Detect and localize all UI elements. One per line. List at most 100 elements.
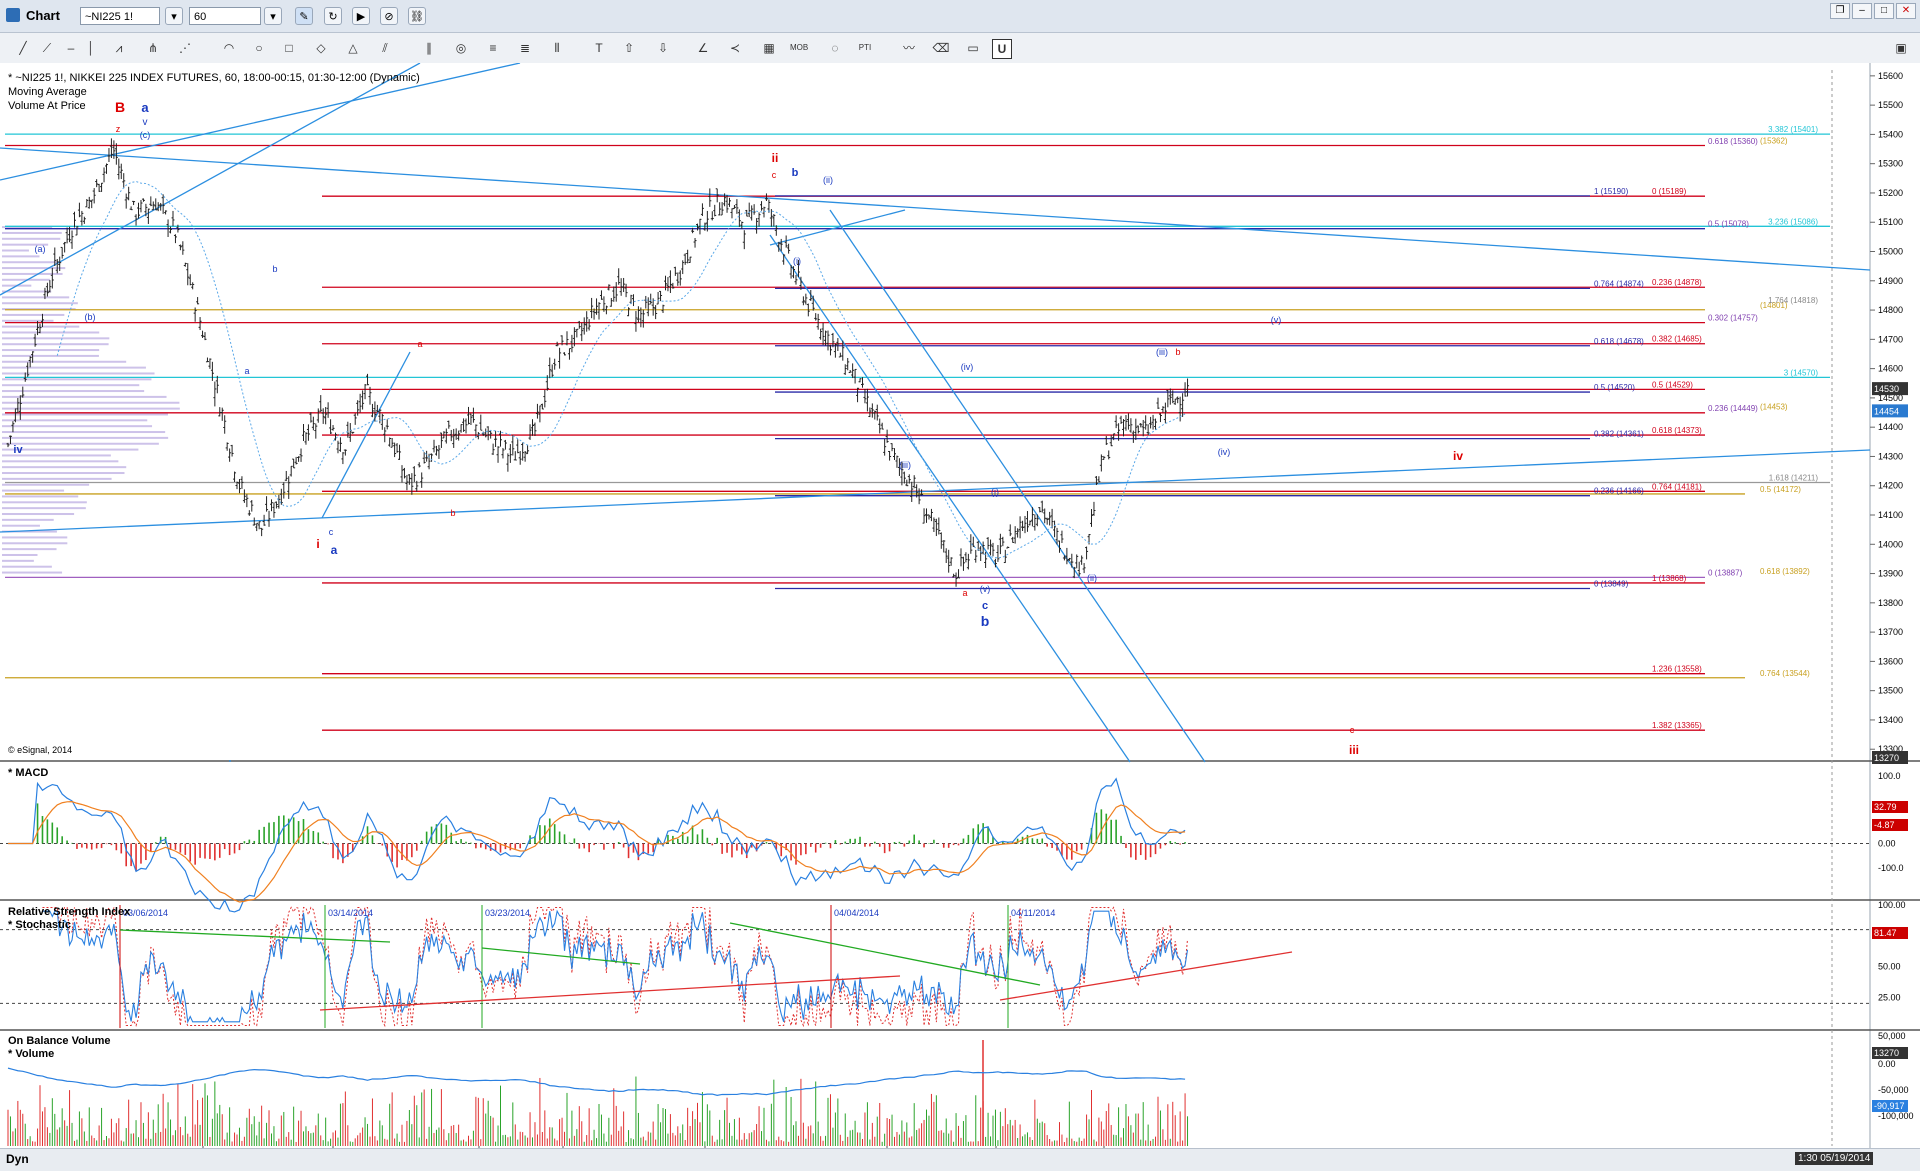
fib-level-label: 0.764 (13544) — [1760, 669, 1810, 678]
grid-tool-icon[interactable]: ▦ — [760, 39, 778, 57]
draw-pencil-icon[interactable]: ✎ — [295, 7, 313, 25]
diamond-tool-icon[interactable]: ◇ — [312, 39, 330, 57]
triangle-tool-icon[interactable]: △ — [344, 39, 362, 57]
vap-bar — [2, 313, 65, 316]
fib-level-label: 0 (13849) — [1594, 579, 1629, 588]
fib-level-label: (14453) — [1760, 403, 1788, 412]
price-tick-label: 13400 — [1878, 715, 1903, 725]
cycle-tool-icon[interactable]: ◌ — [826, 39, 844, 57]
arrow-up-tool-icon[interactable]: ⇧ — [620, 39, 638, 57]
hline-tool-icon[interactable]: ‒ — [62, 39, 80, 57]
price-tick-label: 15300 — [1878, 159, 1903, 169]
eraser-tool-icon[interactable]: ⌫ — [932, 39, 950, 57]
fib-level-label: 0.764 (14874) — [1594, 279, 1644, 288]
vap-bar — [2, 366, 146, 369]
vap-bar — [2, 337, 110, 340]
vap-bar — [2, 460, 119, 463]
chart-canvas[interactable]: 0 (15189) 0.236 (14878) 0.382 (14685) 0.5 (… — [0, 63, 1920, 1170]
vap-bar — [2, 565, 52, 568]
comment-tool-icon[interactable]: ▭ — [964, 39, 982, 57]
channel-tool-icon[interactable]: ⫽ — [376, 39, 394, 57]
vap-bar — [2, 390, 145, 393]
wave-label: a — [417, 339, 422, 349]
wave-label: (b) — [85, 312, 96, 322]
play-icon[interactable]: ▶ — [352, 7, 370, 25]
fib-level-label: 0 (15189) — [1652, 187, 1687, 196]
dyn-mode-button[interactable]: Dyn — [6, 1152, 29, 1166]
wave-label: iii — [1349, 743, 1359, 757]
minimize-button[interactable]: – — [1852, 3, 1872, 19]
pti-tool-icon[interactable]: PTI — [856, 39, 874, 57]
vap-bar — [2, 518, 54, 521]
wave-label: a — [244, 366, 249, 376]
maximize-button[interactable]: □ — [1874, 3, 1894, 19]
price-tick-label: 13600 — [1878, 656, 1903, 666]
clear-icon[interactable]: ⊘ — [380, 7, 398, 25]
symbol-dropdown-icon[interactable]: ▾ — [165, 7, 183, 25]
link-icon[interactable]: ⛓ — [408, 7, 426, 25]
ray-tool-icon[interactable]: ⟋ — [38, 39, 56, 57]
price-tick-label: 14100 — [1878, 510, 1903, 520]
price-tick-label: 14700 — [1878, 334, 1903, 344]
chart-app-icon — [6, 8, 20, 22]
text-tool-icon[interactable]: T — [590, 39, 608, 57]
chart-header-line1: * ~NI225 1!, NIKKEI 225 INDEX FUTURES, 6… — [8, 72, 420, 84]
wave-label: (i) — [991, 487, 999, 497]
vap-bar — [2, 559, 34, 562]
fan-tool-icon[interactable]: ⋰ — [176, 39, 194, 57]
wave-label: (ii) — [823, 175, 833, 185]
arc-tool-icon[interactable]: ◠ — [220, 39, 238, 57]
vap-bar — [2, 489, 65, 492]
fib-level-label: (15362) — [1760, 137, 1788, 146]
line-tool-icon[interactable]: ╱ — [14, 39, 32, 57]
mob-tool-icon[interactable]: MOB — [790, 39, 808, 57]
circle-target-icon[interactable]: ◎ — [452, 39, 470, 57]
fib-level-label: 3.382 (15401) — [1768, 125, 1818, 134]
rsi-date-label: 04/04/2014 — [834, 908, 879, 918]
panel-toggle-icon[interactable]: ▣ — [1892, 39, 1910, 57]
symbol-input[interactable]: ~NI225 1! — [80, 7, 160, 25]
wave-label: c — [329, 527, 334, 537]
fib-retrace-icon[interactable]: ≡ — [484, 39, 502, 57]
rectangle-tool-icon[interactable]: □ — [280, 39, 298, 57]
vap-bar — [2, 249, 29, 252]
wave-label: (ii) — [1087, 573, 1097, 583]
macd-readout-label: 32.79 — [1874, 802, 1897, 812]
vline-tool-icon[interactable]: │ — [82, 39, 100, 57]
time-zones-icon[interactable]: ⦀ — [548, 39, 566, 57]
wave-label: c — [1350, 725, 1355, 735]
vap-bar — [2, 571, 63, 574]
fib-level-label: 1.764 (14818) — [1768, 296, 1818, 305]
refresh-icon[interactable]: ↻ — [324, 7, 342, 25]
chart-header-line3: Volume At Price — [8, 100, 86, 112]
vap-bar — [2, 425, 153, 428]
ellipse-tool-icon[interactable]: ○ — [250, 39, 268, 57]
rsi-tick-label: 25.00 — [1878, 992, 1901, 1002]
close-button[interactable]: ✕ — [1896, 3, 1916, 19]
pitchfork-tool-icon[interactable]: ⋔ — [144, 39, 162, 57]
copyright-text: © eSignal, 2014 — [8, 745, 73, 755]
vap-bar — [2, 354, 99, 357]
price-tick-label: 15200 — [1878, 188, 1903, 198]
fib-level-label: 1.618 (14211) — [1769, 474, 1819, 483]
magnet-tool-icon[interactable]: U — [992, 39, 1012, 59]
fib-ext-icon[interactable]: ≣ — [516, 39, 534, 57]
price-tick-label: 13500 — [1878, 686, 1903, 696]
interval-input[interactable]: 60 — [189, 7, 261, 25]
timestamp-readout: 1:30 05/19/2014 — [1795, 1152, 1874, 1165]
trend-angle-icon[interactable]: ≺ — [726, 39, 744, 57]
zigzag-tool-icon[interactable]: ⩘ — [110, 39, 128, 57]
fib-level-label: 0.236 (14166) — [1594, 487, 1644, 496]
wave-label: iv — [13, 444, 23, 456]
macd-tick-label: -100.0 — [1878, 863, 1904, 873]
rsi-date-label: 03/23/2014 — [485, 908, 530, 918]
vap-bar — [2, 319, 54, 322]
wave-tool-icon[interactable]: 〰 — [900, 39, 918, 57]
angle-tool-icon[interactable]: ∠ — [694, 39, 712, 57]
obv-tick-label: -50,000 — [1878, 1085, 1909, 1095]
restore-button[interactable]: ❐ — [1830, 3, 1850, 19]
interval-dropdown-icon[interactable]: ▾ — [264, 7, 282, 25]
vap-bar — [2, 343, 109, 346]
arrow-down-tool-icon[interactable]: ⇩ — [654, 39, 672, 57]
parallel-tool-icon[interactable]: ∥ — [420, 39, 438, 57]
